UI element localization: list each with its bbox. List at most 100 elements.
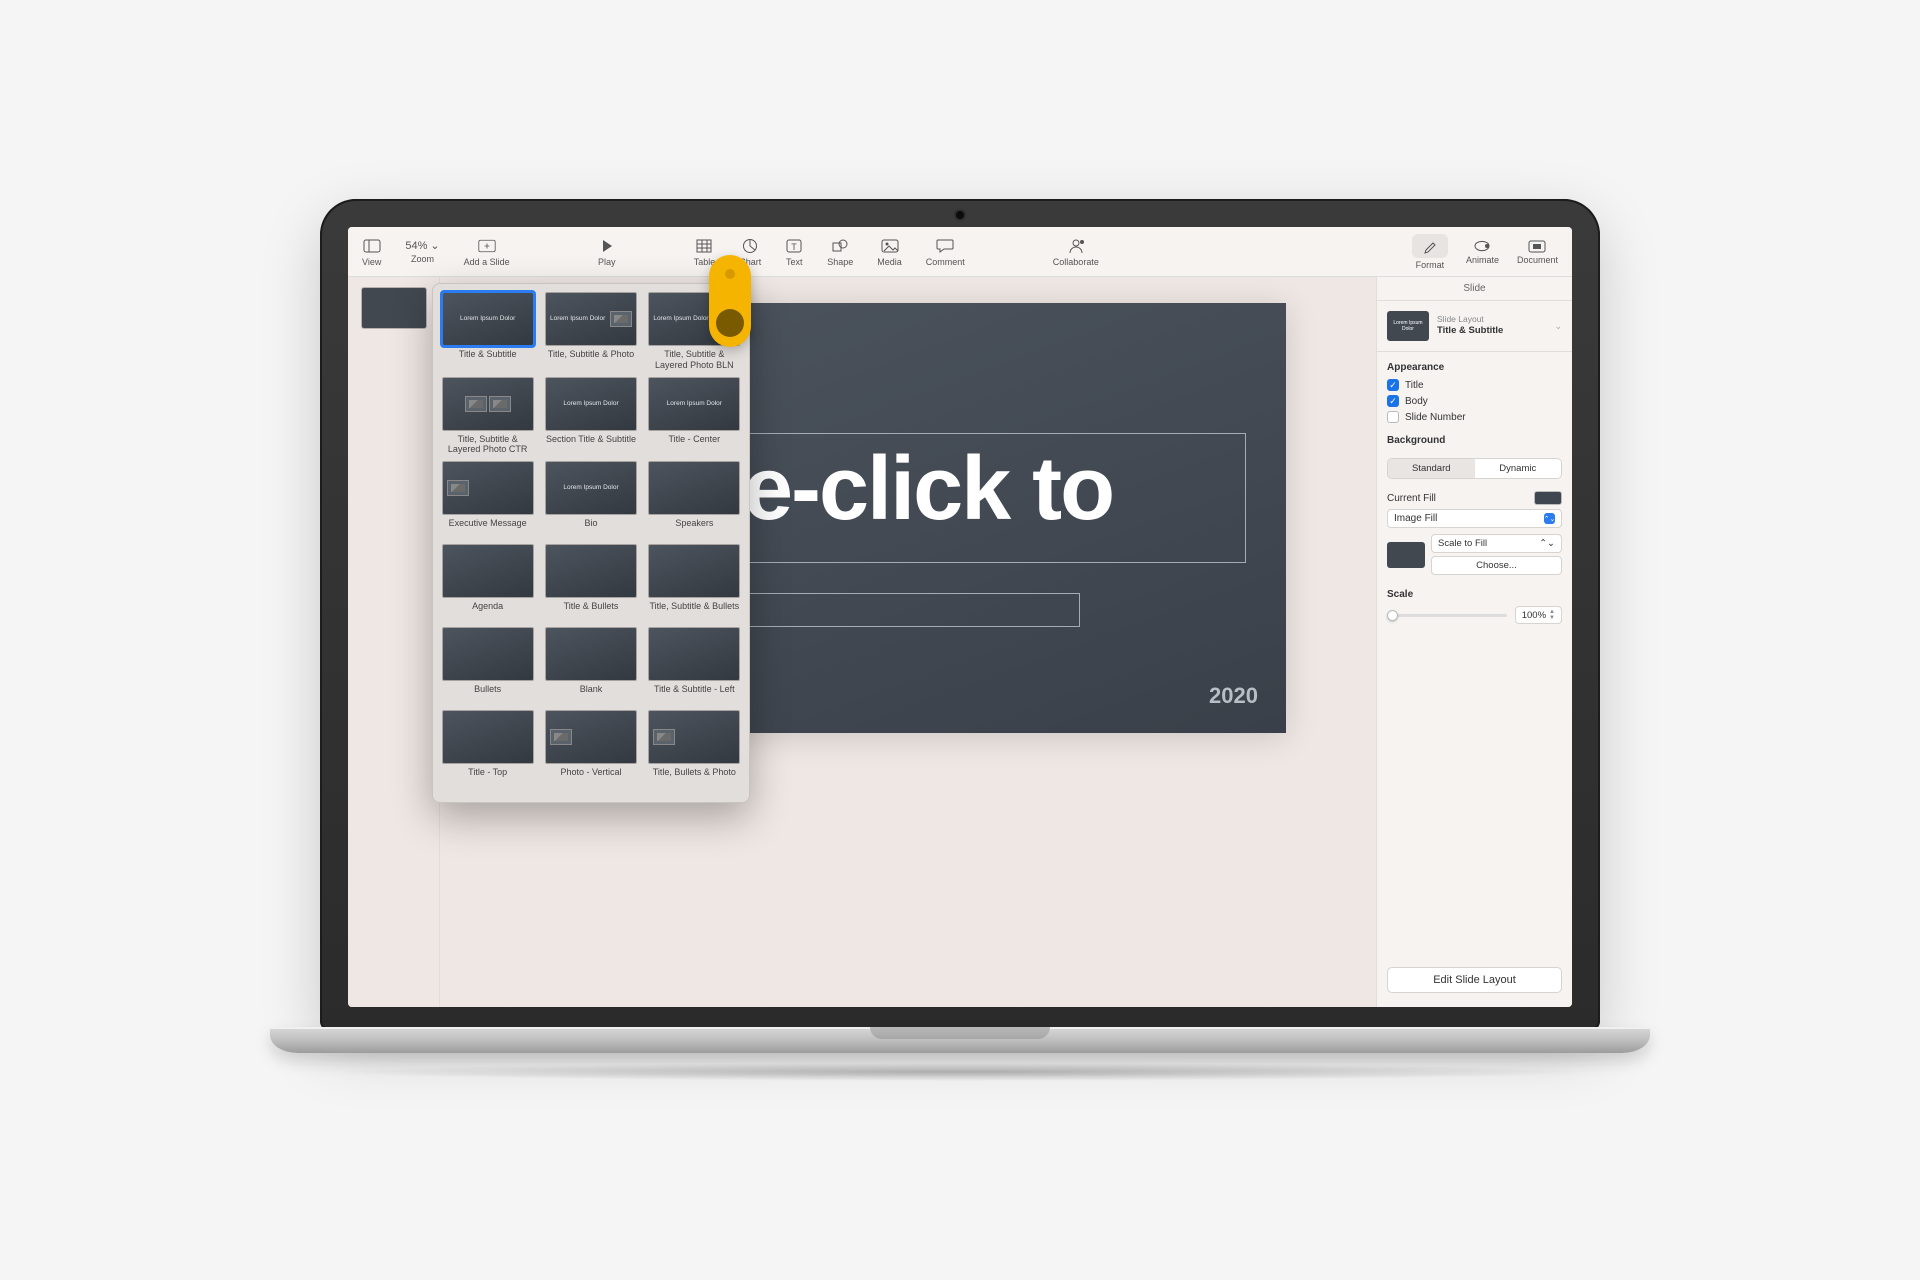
template-blank[interactable]: Blank [544,627,637,704]
template-name: Executive Message [441,518,534,538]
slide-thumbnail-1[interactable] [361,287,427,329]
edit-slide-layout-button[interactable]: Edit Slide Layout [1387,967,1562,993]
fill-type-select[interactable]: Image Fill⌃⌄ [1387,509,1562,528]
shape-button[interactable]: Shape [827,237,853,267]
template-thumbnail [648,710,740,764]
zoom-value: 54% ⌄ [405,239,439,252]
media-icon [881,237,899,255]
template-name: Title, Bullets & Photo [648,767,741,787]
collaborate-icon [1067,237,1085,255]
template-name: Title & Subtitle - Left [648,684,741,704]
slidenum-checkbox[interactable]: Slide Number [1377,409,1572,425]
template-title-subtitle[interactable]: Lorem Ipsum Dolor Title & Subtitle [441,292,534,371]
template-title-bullets-photo[interactable]: Title, Bullets & Photo [648,710,741,787]
slide-navigator[interactable]: 1 [348,277,440,1007]
template-title-subtitle-layered-photo-ctr[interactable]: Title, Subtitle & Layered Photo CTR [441,377,534,456]
template-thumbnail [648,544,740,598]
title-checkbox[interactable]: Title [1377,377,1572,393]
fill-image-thumb [1387,542,1425,568]
template-name: Title - Top [441,767,534,787]
add-slide-popover[interactable]: Lorem Ipsum DolorTitle & SubtitleLorem I… [432,283,750,803]
template-thumbnail [648,627,740,681]
document-tab[interactable]: Document [1517,239,1558,265]
comment-button[interactable]: Comment [926,237,965,267]
table-icon [695,237,713,255]
template-name: Bullets [441,684,534,704]
appearance-label: Appearance [1377,352,1572,377]
template-thumbnail [442,627,534,681]
play-button[interactable]: Play [598,237,616,267]
text-icon: T [785,237,803,255]
comment-icon [936,237,954,255]
template-agenda[interactable]: Agenda [441,544,534,621]
chart-icon [741,237,759,255]
choose-button[interactable]: Choose... [1431,556,1562,575]
play-icon [598,237,616,255]
template-thumbnail [442,544,534,598]
template-thumbnail: Lorem Ipsum Dolor [442,292,534,346]
template-thumbnail [442,377,534,431]
template-title-top[interactable]: Title - Top [441,710,534,787]
template-thumbnail [545,544,637,598]
add-slide-icon [478,237,496,255]
template-bio[interactable]: Lorem Ipsum DolorBio [544,461,637,538]
laptop-frame: View 54% ⌄ Zoom Add a Slide [320,199,1600,1081]
media-button[interactable]: Media [877,237,902,267]
format-tab[interactable]: Format [1412,234,1448,270]
app-window: View 54% ⌄ Zoom Add a Slide [348,227,1572,1007]
template-title-subtitle-bullets[interactable]: Title, Subtitle & Bullets [648,544,741,621]
current-fill-swatch[interactable] [1534,491,1562,505]
template-section-title-subtitle[interactable]: Lorem Ipsum Dolor Section Title & Subtitl… [544,377,637,456]
text-button[interactable]: TText [785,237,803,267]
view-icon [363,237,381,255]
template-thumbnail: Lorem Ipsum Dolor [545,292,637,346]
template-photo-vertical[interactable]: Photo - Vertical [544,710,637,787]
template-name: Section Title & Subtitle [544,434,637,454]
toolbar: View 54% ⌄ Zoom Add a Slide [348,227,1572,277]
scale-slider[interactable] [1387,614,1507,617]
inspector-tab-slide[interactable]: Slide [1377,277,1572,301]
template-name: Photo - Vertical [544,767,637,787]
collaborate-button[interactable]: Collaborate [1053,237,1099,267]
background-segmented[interactable]: Standard Dynamic [1387,458,1562,479]
chevron-down-icon: ⌄ [1554,321,1562,332]
template-title-bullets[interactable]: Title & Bullets [544,544,637,621]
template-executive-message[interactable]: Executive Message [441,461,534,538]
table-button[interactable]: Table [694,237,716,267]
zoom-button[interactable]: 54% ⌄ Zoom [405,239,439,264]
animate-icon [1473,239,1491,253]
scale-mode-select[interactable]: Scale to Fill⌃⌄ [1431,534,1562,553]
svg-text:T: T [791,242,797,252]
template-title-subtitle-photo[interactable]: Lorem Ipsum Dolor Title, Subtitle & Photo [544,292,637,371]
pointer-highlight [709,255,751,347]
template-name: Title, Subtitle & Layered Photo CTR [441,434,534,456]
template-name: Title & Subtitle [441,349,534,369]
template-name: Speakers [648,518,741,538]
animate-tab[interactable]: Animate [1466,239,1499,265]
slide-layout-picker[interactable]: Lorem Ipsum Dolor Slide Layout Title & S… [1377,301,1572,352]
template-name: Title, Subtitle & Layered Photo BLN [648,349,741,371]
template-thumbnail [545,627,637,681]
template-title-subtitle-left[interactable]: Title & Subtitle - Left [648,627,741,704]
template-thumbnail: Lorem Ipsum Dolor [545,377,637,431]
template-thumbnail [442,710,534,764]
template-bullets[interactable]: Bullets [441,627,534,704]
laptop-base [270,1027,1650,1053]
layout-thumbnail: Lorem Ipsum Dolor [1387,311,1429,341]
body-checkbox[interactable]: Body [1377,393,1572,409]
template-thumbnail: Lorem Ipsum Dolor [545,461,637,515]
template-thumbnail [442,461,534,515]
scale-value[interactable]: 100%▲▼ [1515,606,1562,624]
shape-icon [831,237,849,255]
template-thumbnail [545,710,637,764]
add-slide-button[interactable]: Add a Slide [464,237,510,267]
template-name: Title, Subtitle & Bullets [648,601,741,621]
document-icon [1528,239,1546,253]
template-name: Title & Bullets [544,601,637,621]
format-icon [1422,238,1438,254]
template-name: Agenda [441,601,534,621]
view-button[interactable]: View [362,237,381,267]
template-name: Title, Subtitle & Photo [544,349,637,369]
template-title-center[interactable]: Lorem Ipsum DolorTitle - Center [648,377,741,456]
template-speakers[interactable]: Speakers [648,461,741,538]
